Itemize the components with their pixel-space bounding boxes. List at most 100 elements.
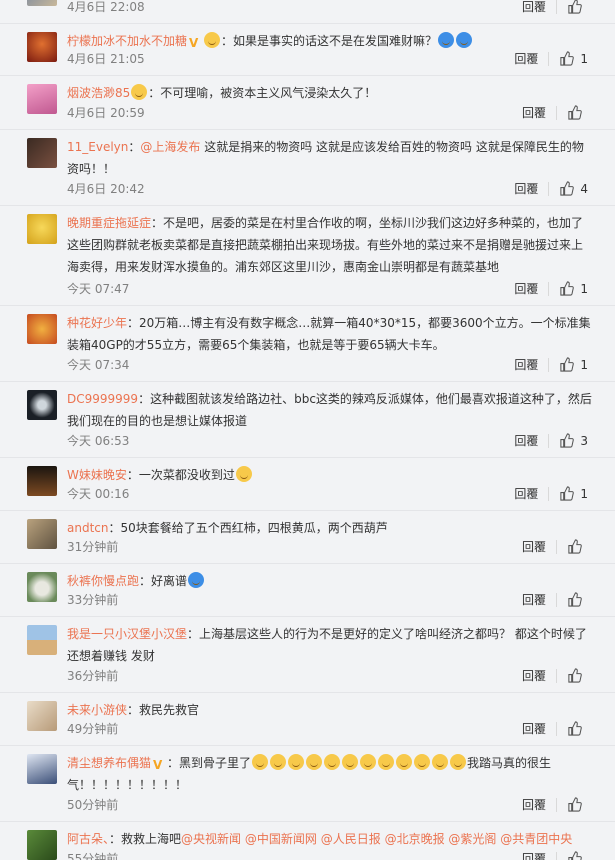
emoji-icon bbox=[131, 84, 148, 100]
avatar[interactable] bbox=[27, 572, 57, 602]
avatar[interactable] bbox=[27, 519, 57, 549]
reply-button[interactable]: 回覆 bbox=[522, 0, 546, 15]
comment-item: 清尘想养布偶猫 V ：黑到骨子里了 我踏马真的很生气！！！！！！！！！ 50分钟前 回… bbox=[0, 746, 615, 822]
like-button[interactable] bbox=[567, 797, 588, 812]
emoji-icon bbox=[252, 754, 269, 770]
comment-username[interactable]: 秋裤你慢点跑 bbox=[67, 574, 139, 588]
comment-username[interactable]: 晚期重症拖延症 bbox=[67, 216, 151, 230]
reply-button[interactable]: 回覆 bbox=[522, 538, 546, 555]
comment-username[interactable]: andtcn bbox=[67, 521, 108, 535]
avatar[interactable] bbox=[27, 754, 57, 784]
comment-time: 31分钟前 bbox=[67, 540, 119, 554]
divider bbox=[556, 721, 557, 736]
like-button[interactable]: 1 bbox=[559, 281, 588, 296]
reply-button[interactable]: 回覆 bbox=[514, 485, 538, 502]
comment-time: 50分钟前 bbox=[67, 798, 119, 812]
reply-button[interactable]: 回覆 bbox=[522, 720, 546, 737]
comment-time: 4月6日 21:05 bbox=[67, 52, 145, 66]
avatar[interactable] bbox=[27, 138, 57, 168]
comment-feed: 4月6日 22:08 回覆 柠檬加冰不加水不加糖 V ：如果是事实的话这不是在发国难… bbox=[0, 0, 615, 860]
thumbs-up-icon bbox=[560, 51, 575, 66]
like-button[interactable] bbox=[567, 668, 588, 683]
comment-text: 如果是事实的话这不是在发国难财嘛？ bbox=[233, 34, 438, 48]
comment-item: 未来小游侠：救民先救官 49分钟前 回覆 bbox=[0, 693, 615, 746]
comment-username[interactable]: 烟波浩渺85 bbox=[67, 86, 130, 100]
mention-link[interactable]: @共青团中央 bbox=[500, 832, 572, 846]
avatar[interactable] bbox=[27, 0, 57, 6]
avatar[interactable] bbox=[27, 390, 57, 420]
avatar[interactable] bbox=[27, 32, 57, 62]
like-button[interactable] bbox=[567, 721, 588, 736]
comment-text: 救民先救官 bbox=[139, 703, 200, 717]
divider bbox=[556, 851, 557, 860]
reply-button[interactable]: 回覆 bbox=[514, 280, 538, 297]
mention-link[interactable]: @央视新闻 bbox=[181, 832, 241, 846]
like-count: 1 bbox=[580, 51, 588, 66]
thumbs-up-icon bbox=[568, 797, 582, 812]
reply-button[interactable]: 回覆 bbox=[514, 50, 538, 67]
reply-button[interactable]: 回覆 bbox=[514, 180, 538, 197]
comment-item: 晚期重症拖延症：不是吧，居委的菜是在村里合作收的啊，坐标川沙我们这边好多种菜的，… bbox=[0, 206, 615, 306]
like-button[interactable] bbox=[567, 105, 588, 120]
thumbs-up-icon bbox=[568, 721, 582, 736]
comment-username[interactable]: 未来小游侠 bbox=[67, 703, 127, 717]
divider bbox=[556, 797, 557, 812]
comment-username[interactable]: 阿古朵、 bbox=[67, 832, 109, 846]
reply-button[interactable]: 回覆 bbox=[522, 591, 546, 608]
thumbs-up-icon bbox=[568, 0, 582, 14]
like-button[interactable]: 1 bbox=[559, 51, 588, 66]
avatar[interactable] bbox=[27, 830, 57, 860]
comment-username[interactable]: 种花好少年 bbox=[67, 316, 127, 330]
comment-username[interactable]: 我是一只小汉堡小汉堡 bbox=[67, 627, 187, 641]
reply-button[interactable]: 回覆 bbox=[522, 850, 546, 860]
comment-username[interactable]: 柠檬加冰不加水不加糖 bbox=[67, 34, 187, 48]
comment-text: 一次菜都没收到过 bbox=[138, 468, 235, 482]
like-button[interactable]: 1 bbox=[559, 486, 588, 501]
avatar[interactable] bbox=[27, 314, 57, 344]
like-button[interactable] bbox=[567, 539, 588, 554]
emoji-icon bbox=[438, 32, 455, 48]
avatar[interactable] bbox=[27, 466, 57, 496]
emoji-icon bbox=[204, 32, 221, 48]
avatar[interactable] bbox=[27, 214, 57, 244]
reply-button[interactable]: 回覆 bbox=[522, 667, 546, 684]
text-fragment: 救救上海吧 bbox=[121, 832, 182, 846]
avatar[interactable] bbox=[27, 701, 57, 731]
reply-button[interactable]: 回覆 bbox=[514, 432, 538, 449]
mention-link[interactable]: @紫光阁 bbox=[448, 832, 496, 846]
comment-time: 4月6日 20:59 bbox=[67, 106, 145, 120]
comment-item: 柠檬加冰不加水不加糖 V ：如果是事实的话这不是在发国难财嘛？ 4月6日 21:05… bbox=[0, 24, 615, 76]
mention-link[interactable]: @人民日报 bbox=[321, 832, 381, 846]
divider bbox=[548, 486, 550, 501]
like-count: 1 bbox=[580, 357, 588, 372]
comment-item: 4月6日 22:08 回覆 bbox=[0, 0, 615, 24]
emoji-icon bbox=[456, 32, 473, 48]
comment-username[interactable]: 清尘想养布偶猫 bbox=[67, 756, 151, 770]
reply-button[interactable]: 回覆 bbox=[522, 104, 546, 121]
comment-time: 33分钟前 bbox=[67, 593, 119, 607]
like-button[interactable]: 1 bbox=[559, 357, 588, 372]
emoji-icon bbox=[188, 572, 205, 588]
avatar[interactable] bbox=[27, 625, 57, 655]
like-button[interactable] bbox=[567, 0, 588, 14]
thumbs-up-icon bbox=[568, 592, 582, 607]
comment-username[interactable]: W妹妹晚安 bbox=[67, 468, 127, 482]
like-button[interactable]: 4 bbox=[559, 181, 588, 196]
like-button[interactable]: 3 bbox=[559, 433, 588, 448]
thumbs-up-icon bbox=[568, 539, 582, 554]
like-button[interactable] bbox=[567, 851, 588, 860]
comment-item: 烟波浩渺85 ：不可理喻，被资本主义风气浸染太久了！ 4月6日 20:59 回覆 bbox=[0, 76, 615, 130]
like-button[interactable] bbox=[567, 592, 588, 607]
divider bbox=[556, 0, 557, 14]
reply-button[interactable]: 回覆 bbox=[522, 796, 546, 813]
mention-link[interactable]: @上海发布 bbox=[140, 140, 200, 154]
comment-username[interactable]: 11_Evelyn bbox=[67, 140, 128, 154]
comment-username[interactable]: DC9999999 bbox=[67, 392, 138, 406]
mention-link[interactable]: @中国新闻网 bbox=[245, 832, 317, 846]
thumbs-up-icon bbox=[568, 668, 582, 683]
thumbs-up-icon bbox=[568, 851, 582, 860]
emoji-icon bbox=[432, 754, 449, 770]
avatar[interactable] bbox=[27, 84, 57, 114]
reply-button[interactable]: 回覆 bbox=[514, 356, 538, 373]
mention-link[interactable]: @北京晚报 bbox=[385, 832, 445, 846]
